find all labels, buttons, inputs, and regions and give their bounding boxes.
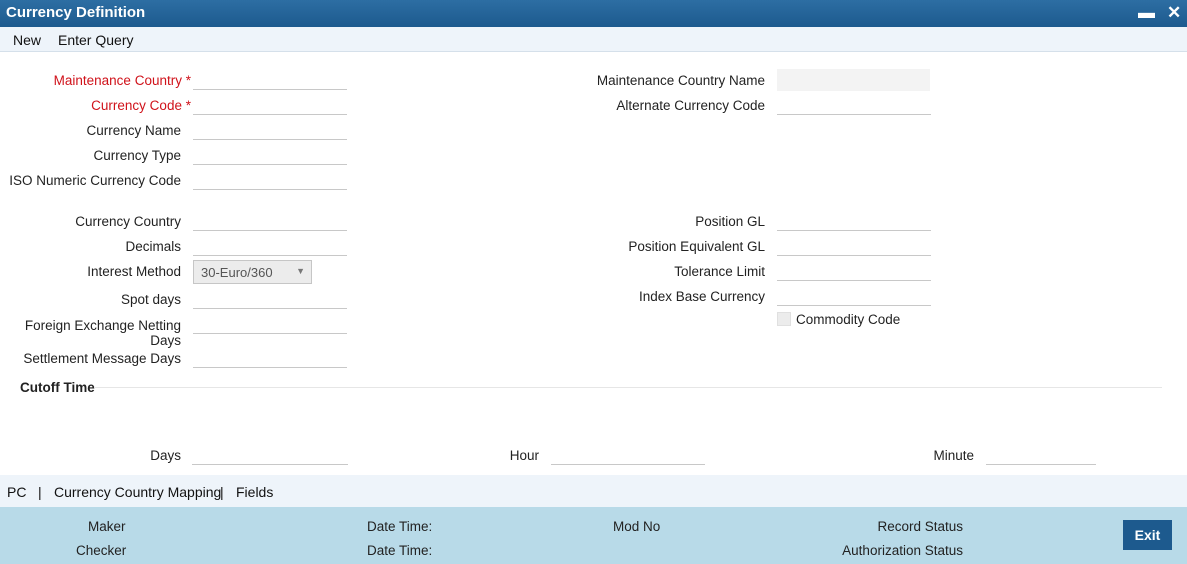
separator: | xyxy=(38,484,42,500)
currency-code-label: Currency Code * xyxy=(91,98,191,113)
position-equivalent-gl-input[interactable] xyxy=(777,234,931,256)
position-gl-label: Position GL xyxy=(695,214,765,229)
exit-button[interactable]: Exit xyxy=(1123,520,1172,550)
spot-days-label: Spot days xyxy=(120,292,181,307)
position-equivalent-gl-label: Position Equivalent GL xyxy=(628,239,765,254)
settlement-message-days-label: Settlement Message Days xyxy=(23,351,181,366)
commodity-code-label: Commodity Code xyxy=(796,312,901,327)
settlement-message-days-input[interactable] xyxy=(193,346,347,368)
iso-numeric-currency-code-input[interactable] xyxy=(193,168,347,190)
index-base-currency-label: Index Base Currency xyxy=(638,289,765,304)
cutoff-days-input[interactable] xyxy=(192,443,348,465)
minimize-icon[interactable]: ▬ xyxy=(1138,2,1155,24)
subsystem-link-pc[interactable]: PC xyxy=(7,484,26,500)
alternate-currency-code-input[interactable] xyxy=(777,93,931,115)
cutoff-minute-input[interactable] xyxy=(986,443,1096,465)
commodity-code-checkbox[interactable] xyxy=(777,312,791,326)
maintenance-country-name-input xyxy=(777,69,930,91)
enter-query-button[interactable]: Enter Query xyxy=(58,32,133,48)
currency-name-input[interactable] xyxy=(193,118,347,140)
section-divider xyxy=(94,387,1162,388)
cutoff-days-label: Days xyxy=(150,448,181,463)
record-status-label: Record Status xyxy=(877,519,963,534)
close-icon[interactable]: ✕ xyxy=(1167,2,1181,24)
spot-days-input[interactable] xyxy=(193,287,347,309)
currency-code-input[interactable] xyxy=(193,93,347,115)
position-gl-input[interactable] xyxy=(777,209,931,231)
checker-date-time-label: Date Time: xyxy=(367,543,433,558)
audit-footer: Maker Checker Date Time: Date Time: Mod … xyxy=(0,507,1187,564)
mod-no-label: Mod No xyxy=(613,519,661,534)
subsystem-link-fields[interactable]: Fields xyxy=(236,484,273,500)
cutoff-minute-label: Minute xyxy=(933,448,974,463)
separator: | xyxy=(220,484,224,500)
subsystem-link-currency-country-mapping[interactable]: Currency Country Mapping xyxy=(54,484,221,500)
iso-numeric-currency-code-label: ISO Numeric Currency Code xyxy=(9,173,181,188)
title-bar: Currency Definition ▬ ✕ xyxy=(0,0,1187,27)
currency-type-input[interactable] xyxy=(193,143,347,165)
maintenance-country-name-label: Maintenance Country Name xyxy=(596,73,765,88)
maker-label: Maker xyxy=(88,519,126,534)
decimals-label: Decimals xyxy=(125,239,181,254)
tolerance-limit-label: Tolerance Limit xyxy=(674,264,765,279)
tolerance-limit-input[interactable] xyxy=(777,259,931,281)
maker-date-time-label: Date Time: xyxy=(367,519,433,534)
new-button[interactable]: New xyxy=(13,32,41,48)
currency-country-label: Currency Country xyxy=(75,214,181,229)
authorization-status-label: Authorization Status xyxy=(842,543,963,558)
interest-method-select[interactable]: 30-Euro/360 ▼ xyxy=(193,260,312,284)
cutoff-hour-input[interactable] xyxy=(551,443,705,465)
currency-country-input[interactable] xyxy=(193,209,347,231)
subsystem-bar: PC | Currency Country Mapping | Fields xyxy=(0,475,1187,507)
currency-name-label: Currency Name xyxy=(86,123,181,138)
currency-type-label: Currency Type xyxy=(93,148,181,163)
maintenance-country-input[interactable] xyxy=(193,68,347,90)
window-title: Currency Definition xyxy=(6,4,146,21)
cutoff-time-heading: Cutoff Time xyxy=(20,380,95,395)
cutoff-hour-label: Hour xyxy=(509,448,539,463)
toolbar: New Enter Query xyxy=(0,27,1187,52)
fx-netting-days-input[interactable] xyxy=(193,312,347,334)
chevron-down-icon: ▼ xyxy=(296,266,305,276)
interest-method-label: Interest Method xyxy=(87,264,181,279)
index-base-currency-input[interactable] xyxy=(777,284,931,306)
checker-label: Checker xyxy=(76,543,127,558)
fx-netting-days-label: Foreign Exchange Netting Days xyxy=(24,318,181,348)
alternate-currency-code-label: Alternate Currency Code xyxy=(616,98,765,113)
interest-method-value: 30-Euro/360 xyxy=(201,265,273,280)
maintenance-country-label: Maintenance Country * xyxy=(53,73,191,88)
decimals-input[interactable] xyxy=(193,234,347,256)
